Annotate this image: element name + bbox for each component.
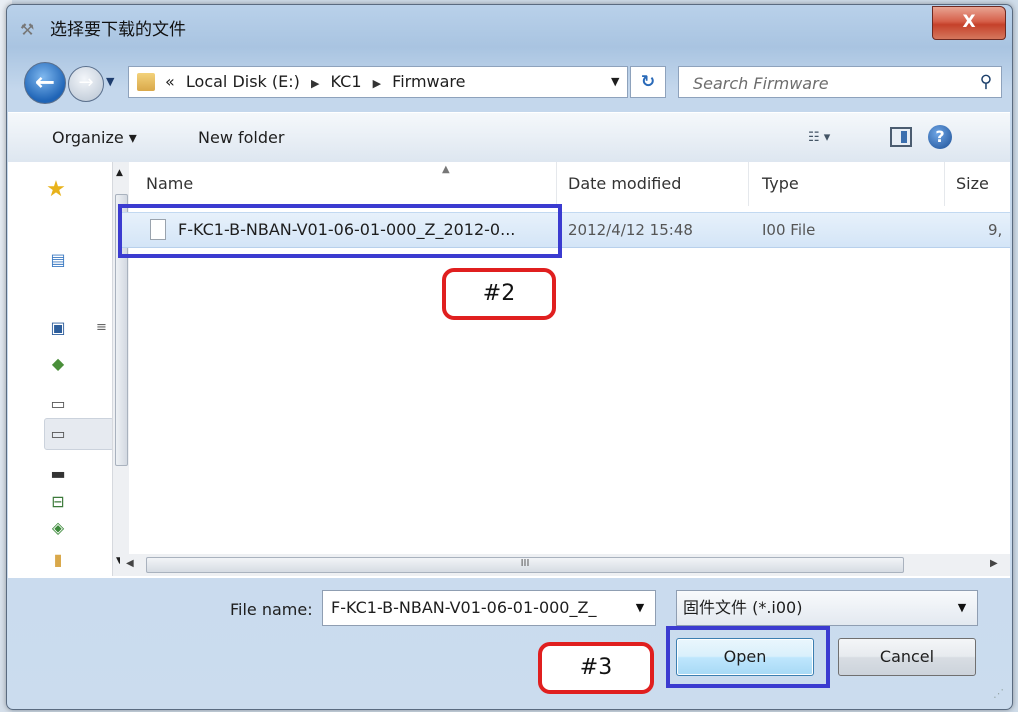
column-header-date-modified[interactable]: Date modified [568, 162, 681, 206]
removable-drive-icon[interactable]: ▬ [48, 464, 68, 484]
windows-drive-icon[interactable]: ◆ [48, 354, 68, 374]
change-view-button[interactable]: ☷ ▾ [808, 125, 868, 151]
scroll-right-icon[interactable]: ▶ [990, 558, 998, 569]
libraries-icon[interactable]: ▤ [48, 250, 68, 270]
address-bar[interactable]: « Local Disk (E:) ▶ KC1 ▶ Firmware ▼ [128, 66, 628, 98]
breadcrumb-local-disk[interactable]: Local Disk (E:) [186, 72, 300, 91]
folder-icon[interactable]: ▮ [48, 550, 68, 570]
navigation-pane: ★ ▤ ▣ ≡ ◆ ▭ ▭ ▬ ⊟ ◈ ▮ ▲ ▼ [24, 162, 129, 576]
highlight-box-file [118, 204, 562, 258]
breadcrumb-firmware[interactable]: Firmware [392, 72, 465, 91]
organize-menu-button[interactable]: Organize ▾ [52, 127, 137, 149]
file-size: 9, [988, 221, 1003, 239]
breadcrumb: « Local Disk (E:) ▶ KC1 ▶ Firmware [165, 67, 472, 97]
help-button[interactable]: ? [928, 125, 952, 149]
chevron-down-icon: ▼ [611, 75, 620, 88]
command-toolbar: Organize ▾ New folder ☷ ▾ ? [8, 112, 1010, 164]
refresh-button[interactable]: ↻ [630, 66, 666, 98]
favorites-star-icon[interactable]: ★ [46, 179, 66, 201]
file-type-select[interactable]: 固件文件 (*.i00) ▼ [676, 590, 978, 626]
breadcrumb-separator-icon[interactable]: ▶ [373, 77, 381, 90]
sort-ascending-icon: ▲ [442, 164, 450, 175]
file-name-input[interactable]: F-KC1-B-NBAN-V01-06-01-000_Z_ [331, 591, 621, 625]
file-name-label: File name: [230, 600, 313, 619]
forward-button[interactable]: → [68, 66, 104, 102]
drive-icon[interactable]: ▭ [48, 424, 68, 444]
breadcrumb-kc1[interactable]: KC1 [331, 72, 362, 91]
file-type-value: 固件文件 (*.i00) [683, 598, 803, 617]
highlight-box-open [666, 626, 830, 688]
window-title: 选择要下载的文件 [50, 20, 186, 40]
recent-locations-dropdown[interactable]: ▼ [106, 70, 120, 94]
column-divider[interactable] [944, 162, 945, 206]
chevron-down-icon[interactable]: ▼ [629, 591, 651, 625]
horizontal-scrollbar[interactable]: ◀ III ▶ [120, 554, 1010, 576]
computer-icon[interactable]: ▣ [48, 318, 68, 338]
column-header-size[interactable]: Size [956, 162, 989, 206]
scroll-left-icon[interactable]: ◀ [126, 558, 134, 569]
close-button[interactable]: X [932, 6, 1006, 40]
chevron-down-icon: ▼ [106, 75, 115, 88]
drive-icon[interactable]: ▭ [48, 394, 68, 414]
file-type: I00 File [762, 221, 816, 239]
new-folder-button[interactable]: New folder [198, 127, 284, 149]
tools-icon: ⚒ [20, 20, 35, 39]
back-arrow-icon: ← [34, 68, 56, 96]
back-button[interactable]: ← [24, 62, 66, 104]
forward-arrow-icon: → [78, 72, 94, 93]
annotation-tag-2: #2 [442, 268, 556, 320]
splitter-grip-icon[interactable]: ≡ [96, 320, 107, 335]
cancel-button[interactable]: Cancel [838, 638, 976, 676]
chevron-down-icon[interactable]: ▼ [951, 591, 973, 625]
column-header-type[interactable]: Type [762, 162, 799, 206]
column-header-name[interactable]: Name [146, 162, 193, 206]
resize-grip-icon[interactable]: ⋰ [984, 684, 1004, 704]
file-date: 2012/4/12 15:48 [568, 221, 693, 239]
search-box[interactable]: ⚲ [678, 66, 1002, 98]
folder-icon [137, 73, 155, 91]
annotation-tag-3: #3 [538, 642, 654, 694]
network-drive-icon[interactable]: ⊟ [48, 492, 68, 512]
network-icon[interactable]: ◈ [48, 518, 68, 538]
refresh-icon: ↻ [640, 72, 656, 92]
breadcrumb-separator-icon[interactable]: ▶ [311, 77, 319, 90]
column-divider[interactable] [556, 162, 557, 206]
horizontal-scroll-thumb[interactable]: III [146, 557, 904, 573]
column-divider[interactable] [748, 162, 749, 206]
search-icon[interactable]: ⚲ [973, 69, 999, 95]
file-name-combobox[interactable]: F-KC1-B-NBAN-V01-06-01-000_Z_ ▼ [322, 590, 656, 626]
address-dropdown[interactable]: ▼ [611, 67, 627, 97]
breadcrumb-overflow[interactable]: « [165, 72, 175, 91]
preview-pane-button[interactable] [890, 127, 912, 147]
search-input[interactable] [691, 69, 965, 97]
